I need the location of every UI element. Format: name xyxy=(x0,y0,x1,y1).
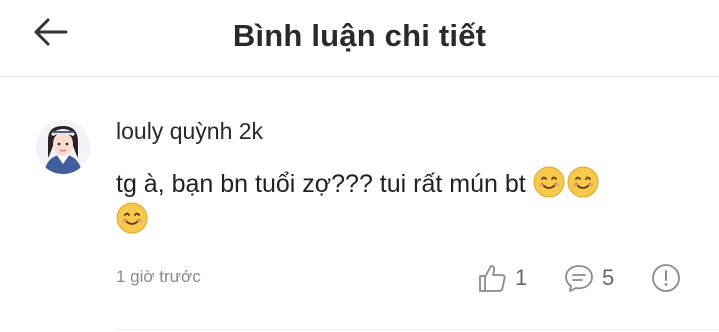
reply-button[interactable]: 5 xyxy=(563,262,614,294)
smiling-face-emoji xyxy=(533,166,565,198)
smiling-face-emoji xyxy=(567,166,599,198)
comment-timestamp: 1 giờ trước xyxy=(116,267,201,286)
chat-bubble-icon xyxy=(565,265,593,292)
divider xyxy=(116,329,719,330)
like-count: 1 xyxy=(515,265,528,290)
smiling-face-emoji xyxy=(116,202,148,234)
comment-body: tg à, bạn bn tuổi zợ??? tui rất mún bt xyxy=(116,170,526,198)
like-button[interactable]: 1 xyxy=(476,262,527,294)
exclamation-circle-icon xyxy=(652,264,680,292)
reply-count: 5 xyxy=(602,265,615,290)
top-bar: Bình luận chi tiết xyxy=(0,0,719,77)
avatar[interactable] xyxy=(36,120,90,174)
comment-author[interactable]: louly quỳnh 2k xyxy=(116,118,263,145)
comment-item: louly quỳnh 2k tg à, bạn bn tuổi zợ??? t… xyxy=(0,78,719,332)
report-button[interactable] xyxy=(650,262,682,294)
thumbs-up-icon xyxy=(479,265,506,292)
comment-text: tg à, bạn bn tuổi zợ??? tui rất mún bt xyxy=(116,166,676,238)
page-title: Bình luận chi tiết xyxy=(232,18,487,53)
avatar-image xyxy=(36,120,90,174)
